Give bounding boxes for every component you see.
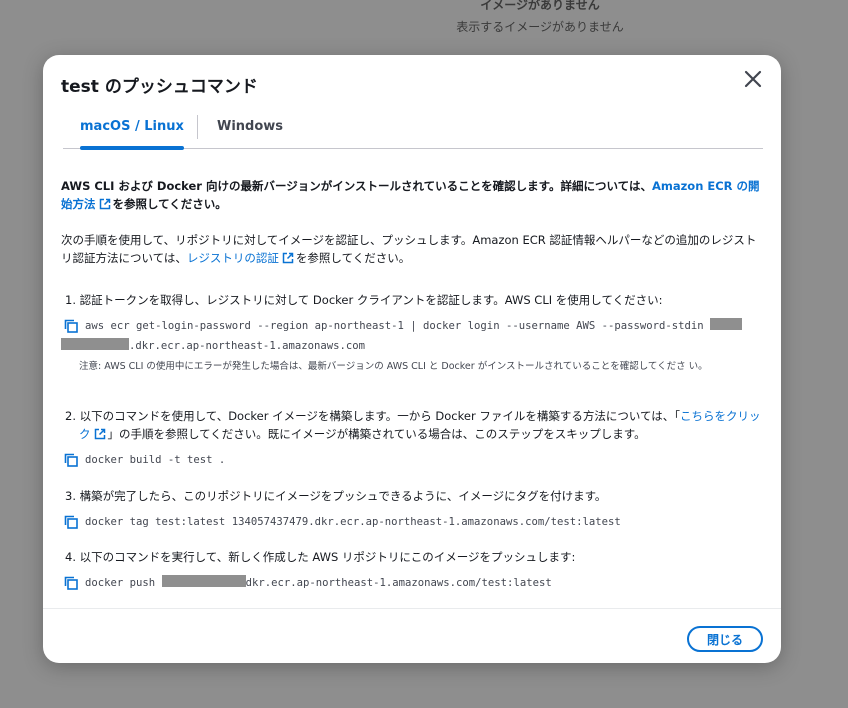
- step-4-text: 4. 以下のコマンドを実行して、新しく作成した AWS リポジトリにこのイメージ…: [65, 550, 576, 564]
- tab-divider: [197, 115, 198, 139]
- empty-subtitle: 表示するイメージがありません: [456, 20, 624, 34]
- tab-list: macOS / Linux Windows: [63, 113, 763, 150]
- intro-suffix-1: を参照してください。: [112, 197, 227, 211]
- step-4-command-text-a: docker push: [85, 577, 156, 589]
- step-4-command-text-b: dkr.ecr.ap-northeast-1.amazonaws.com/tes…: [245, 577, 552, 589]
- redacted-account-id: [61, 338, 129, 350]
- step-1-note: 注意: AWS CLI の使用中にエラーが発生した場合は、最新バージョンの AW…: [79, 361, 708, 372]
- step-4-command: docker push dkr.ecr.ap-northeast-1.amazo…: [61, 573, 765, 593]
- copy-icon[interactable]: [64, 453, 78, 467]
- intro-paragraph-2: 次の手順を使用して、リポジトリに対してイメージを認証し、プッシュします。Amaz…: [61, 231, 765, 267]
- step-2: 2. 以下のコマンドを使用して、Docker イメージを構築します。一から Do…: [61, 407, 765, 470]
- intro-section: AWS CLI および Docker 向けの最新バージョンがインストールされてい…: [61, 177, 765, 267]
- step-1: 1. 認証トークンを取得し、レジストリに対して Docker クライアントを認証…: [61, 291, 765, 374]
- intro-suffix-2: を参照してください。: [295, 251, 411, 265]
- step-3-command: docker tag test:latest 134057437479.dkr.…: [61, 512, 765, 532]
- tab-macos-linux[interactable]: macOS / Linux: [80, 113, 184, 150]
- step-2-text-a: 2. 以下のコマンドを使用して、Docker イメージを構築します。一から Do…: [65, 409, 680, 423]
- step-2-command-text: docker build -t test .: [85, 454, 226, 466]
- background-empty-state: イメージがありません 表示するイメージがありません: [440, 0, 640, 38]
- copy-icon[interactable]: [64, 515, 78, 529]
- step-4: 4. 以下のコマンドを実行して、新しく作成した AWS リポジトリにこのイメージ…: [61, 548, 765, 593]
- copy-icon[interactable]: [64, 576, 78, 590]
- step-2-text: 2. 以下のコマンドを使用して、Docker イメージを構築します。一から Do…: [61, 407, 765, 443]
- registry-auth-link-label: レジストリの認証: [186, 251, 279, 265]
- intro-text-1: AWS CLI および Docker 向けの最新バージョンがインストールされてい…: [61, 179, 652, 193]
- step-2-command: docker build -t test .: [61, 450, 765, 470]
- step-3-text: 3. 構築が完了したら、このリポジトリにイメージをプッシュできるように、イメージ…: [65, 489, 607, 503]
- copy-icon[interactable]: [64, 319, 78, 333]
- modal-title: test のプッシュコマンド: [61, 77, 258, 97]
- tab-windows[interactable]: Windows: [217, 113, 283, 149]
- redacted-account-id: [710, 318, 743, 330]
- push-commands-modal: test のプッシュコマンド macOS / Linux Windows AWS…: [43, 55, 781, 663]
- close-button[interactable]: 閉じる: [687, 626, 763, 652]
- step-1-text: 1. 認証トークンを取得し、レジストリに対して Docker クライアントを認証…: [65, 293, 663, 307]
- step-3: 3. 構築が完了したら、このリポジトリにイメージをプッシュできるように、イメージ…: [61, 487, 765, 532]
- external-link-icon: [99, 198, 110, 210]
- intro-paragraph-1: AWS CLI および Docker 向けの最新バージョンがインストールされてい…: [61, 177, 765, 213]
- step-1-command: aws ecr get-login-password --region ap-n…: [61, 316, 765, 356]
- modal-footer: 閉じる: [43, 608, 781, 663]
- step-1-command-text-b: .dkr.ecr.ap-northeast-1.amazonaws.com: [129, 340, 365, 352]
- external-link-icon: [282, 252, 294, 264]
- close-icon[interactable]: [741, 67, 765, 91]
- empty-title: イメージがありません: [480, 0, 600, 12]
- registry-auth-link[interactable]: レジストリの認証: [187, 251, 296, 265]
- step-1-command-text-a: aws ecr get-login-password --region ap-n…: [85, 320, 704, 332]
- step-2-text-b: 」の手順を参照してください。既にイメージが構築されている場合は、このステップをス…: [107, 427, 646, 441]
- external-link-icon: [94, 428, 105, 440]
- step-3-command-text: docker tag test:latest 134057437479.dkr.…: [85, 516, 621, 528]
- redacted-account-id: [161, 575, 246, 587]
